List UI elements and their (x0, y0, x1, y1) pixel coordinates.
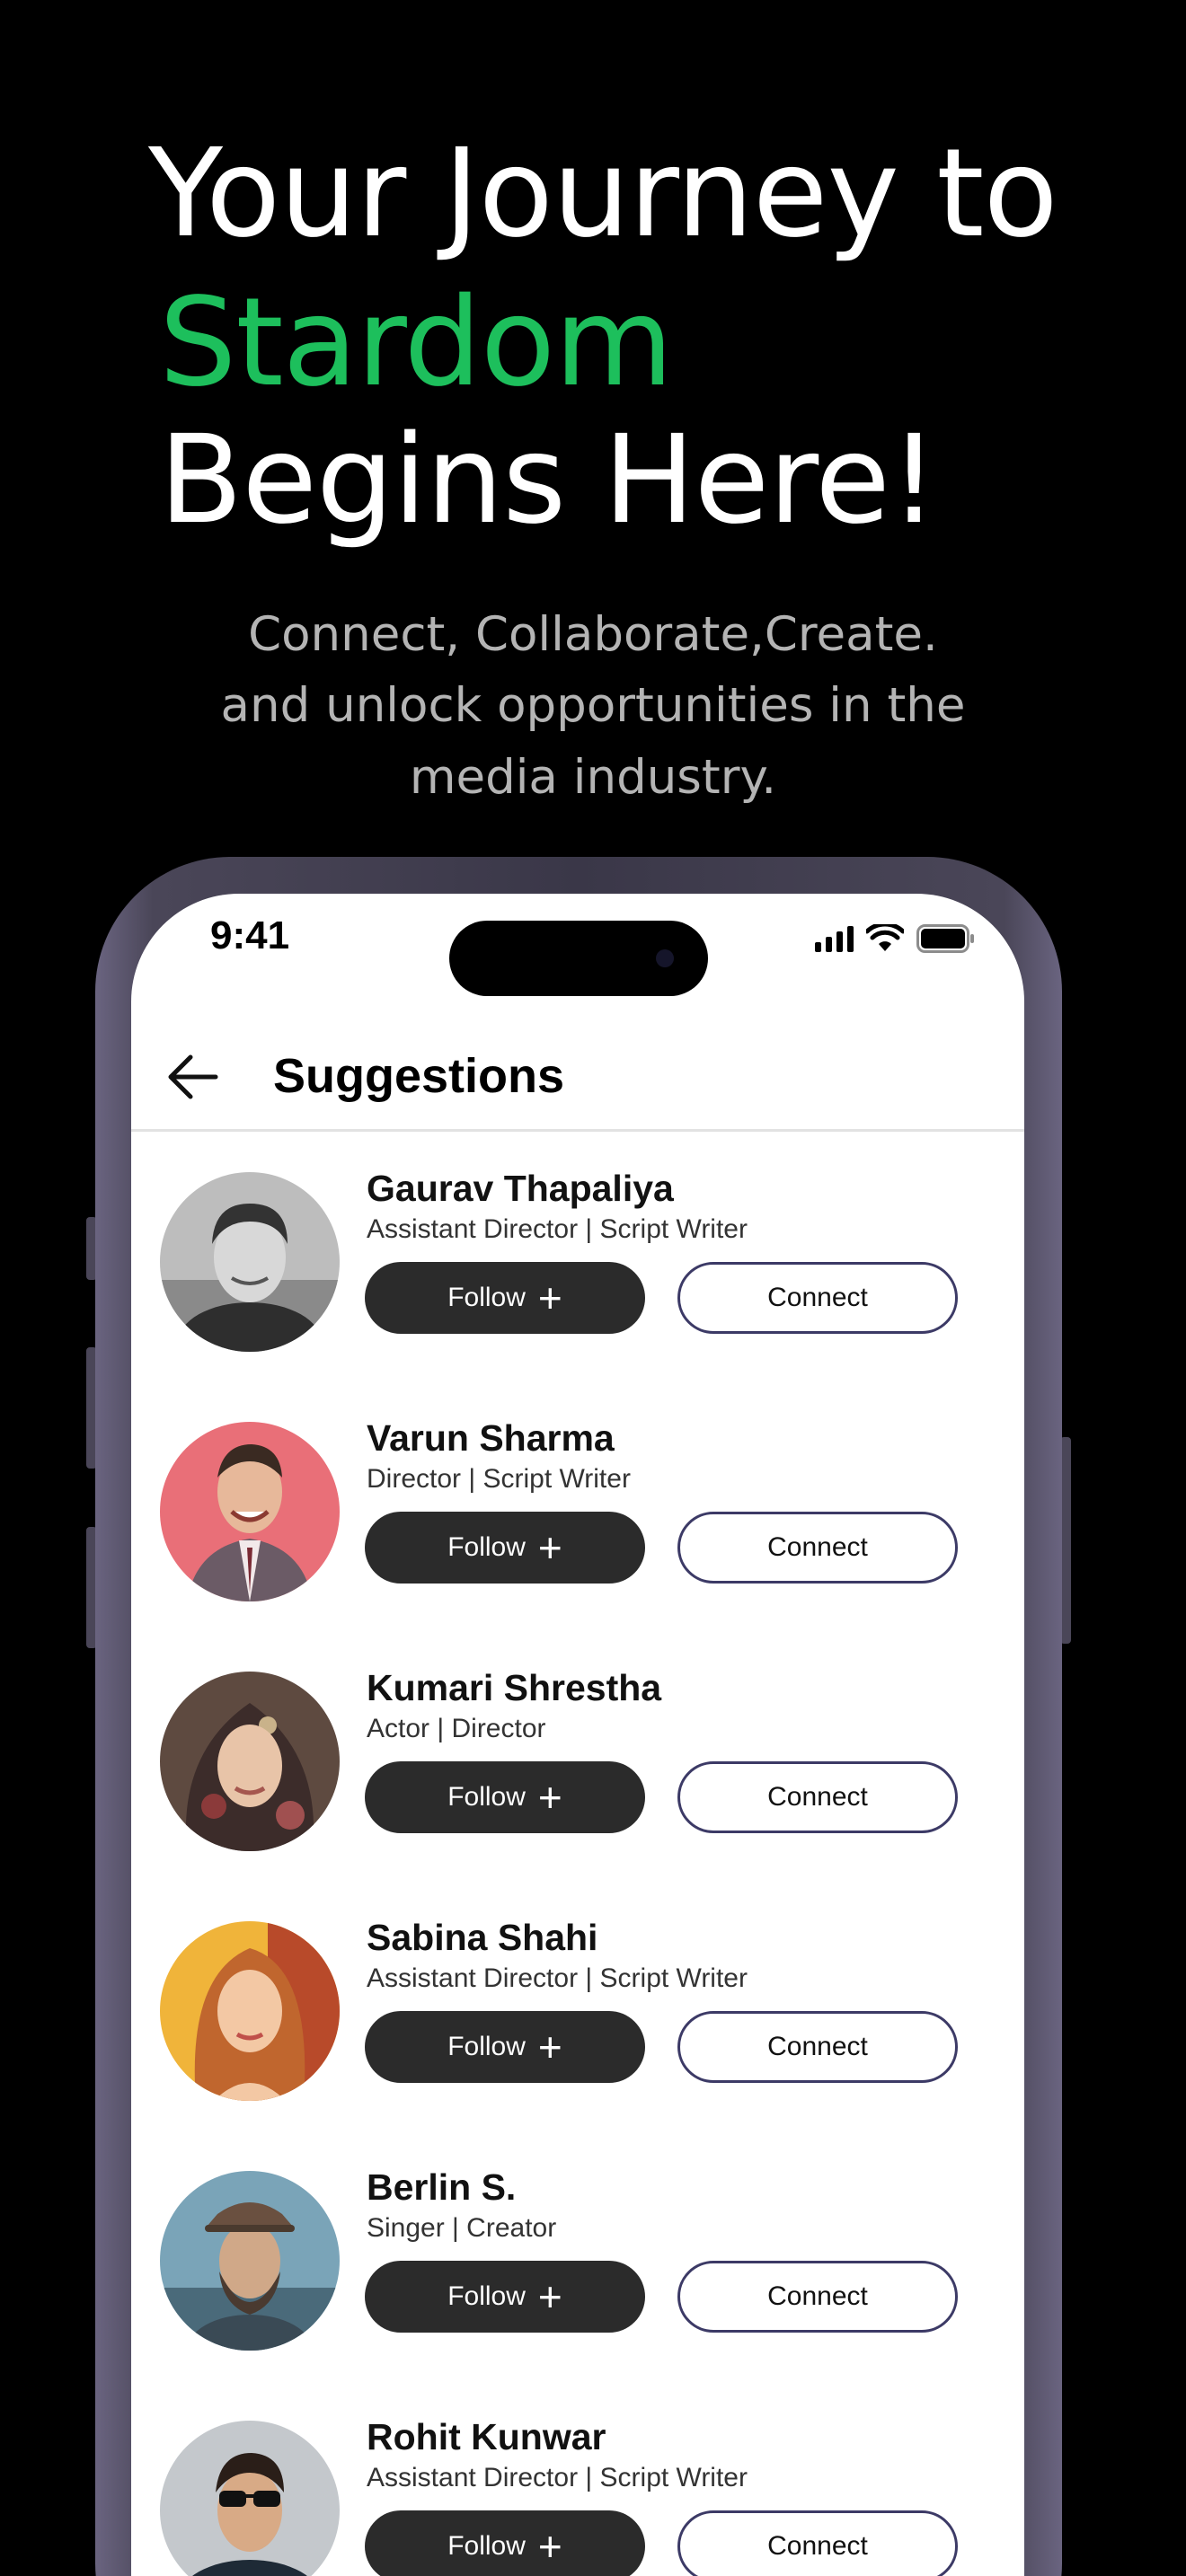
person-name: Gaurav Thapaliya (367, 1168, 674, 1209)
arrow-left-icon[interactable] (165, 1052, 219, 1102)
follow-button[interactable]: Follow + (365, 1512, 645, 1584)
list-item: Rohit Kunwar Assistant Director | Script… (131, 2416, 1024, 2576)
avatar[interactable] (160, 1921, 340, 2101)
wifi-icon (866, 924, 904, 951)
plus-icon: + (537, 1275, 562, 1321)
person-role: Assistant Director | Script Writer (367, 2463, 748, 2492)
follow-label: Follow (447, 2281, 526, 2311)
list-item: Berlin S. Singer | Creator Follow + Conne… (131, 2166, 1024, 2421)
follow-label: Follow (447, 1283, 526, 1312)
connect-button[interactable]: Connect (677, 2510, 958, 2576)
person-name: Rohit Kunwar (367, 2416, 606, 2457)
avatar[interactable] (160, 1672, 340, 1851)
page-title: Suggestions (273, 1049, 565, 1103)
battery-icon (916, 924, 974, 953)
person-role: Director | Script Writer (367, 1464, 631, 1494)
person-name: Varun Sharma (367, 1417, 615, 1459)
plus-icon: + (537, 2523, 562, 2570)
hero-subtitle-line-3: media industry. (409, 750, 777, 805)
avatar[interactable] (160, 1172, 340, 1352)
follow-label: Follow (447, 1532, 526, 1562)
list-item: Gaurav Thapaliya Assistant Director | Sc… (131, 1168, 1024, 1422)
avatar[interactable] (160, 1422, 340, 1601)
follow-button[interactable]: Follow + (365, 1262, 645, 1334)
follow-label: Follow (447, 1782, 526, 1812)
plus-icon: + (537, 2024, 562, 2070)
hero-title-line-1: Your Journey to (148, 123, 1058, 265)
status-time: 9:41 (210, 913, 290, 957)
hero-title-accent: Stardom (159, 272, 674, 414)
dynamic-island (449, 921, 708, 996)
plus-icon: + (537, 1524, 562, 1571)
follow-label: Follow (447, 2032, 526, 2061)
follow-button[interactable]: Follow + (365, 2261, 645, 2333)
list-item: Sabina Shahi Assistant Director | Script… (131, 1917, 1024, 2171)
follow-label: Follow (447, 2531, 526, 2561)
follow-button[interactable]: Follow + (365, 1761, 645, 1833)
person-name: Sabina Shahi (367, 1917, 598, 1958)
connect-button[interactable]: Connect (677, 1262, 958, 1334)
follow-button[interactable]: Follow + (365, 2510, 645, 2576)
plus-icon: + (537, 1774, 562, 1821)
person-role: Singer | Creator (367, 2213, 557, 2243)
person-name: Kumari Shrestha (367, 1667, 662, 1708)
person-role: Assistant Director | Script Writer (367, 1214, 748, 1244)
avatar[interactable] (160, 2171, 340, 2351)
connect-button[interactable]: Connect (677, 2011, 958, 2083)
avatar[interactable] (160, 2421, 340, 2576)
plus-icon: + (537, 2273, 562, 2320)
front-camera (656, 949, 674, 967)
hero-subtitle-line-2: and unlock opportunities in the (220, 678, 966, 733)
connect-button[interactable]: Connect (677, 1512, 958, 1584)
person-role: Actor | Director (367, 1714, 546, 1743)
person-role: Assistant Director | Script Writer (367, 1963, 748, 1993)
list-item: Kumari Shrestha Actor | Director Follow +… (131, 1667, 1024, 1921)
phone-screen: 9:41 Suggestions Gaurav Thapaliya Assist… (131, 894, 1024, 2576)
signal-icon (815, 925, 854, 952)
list-item: Varun Sharma Director | Script Writer Fo… (131, 1417, 1024, 1672)
person-name: Berlin S. (367, 2166, 517, 2208)
hero-subtitle-line-1: Connect, Collaborate,Create. (248, 607, 938, 662)
connect-button[interactable]: Connect (677, 1761, 958, 1833)
app-header: Suggestions (131, 1028, 1024, 1132)
status-icons (815, 924, 976, 953)
hero-title-line-3: Begins Here! (159, 410, 938, 551)
connect-button[interactable]: Connect (677, 2261, 958, 2333)
follow-button[interactable]: Follow + (365, 2011, 645, 2083)
